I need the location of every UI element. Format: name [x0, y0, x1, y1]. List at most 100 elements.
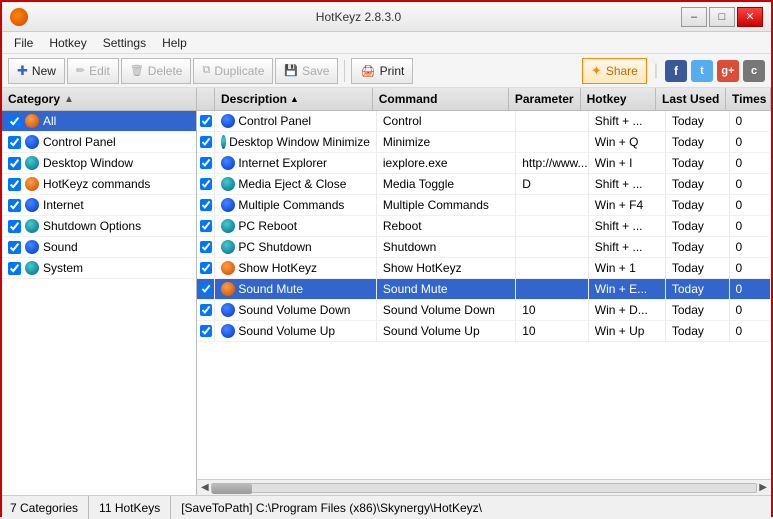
- row-checkbox[interactable]: [200, 304, 212, 316]
- category-item-control-panel[interactable]: Control Panel: [2, 132, 196, 153]
- row-icon: [221, 198, 235, 212]
- category-icon-all: [25, 114, 39, 128]
- scroll-left-arrow[interactable]: ◀: [199, 482, 211, 493]
- category-checkbox-system[interactable]: [8, 262, 21, 275]
- row-checkbox[interactable]: [200, 325, 212, 337]
- table-row[interactable]: Desktop Window Minimize Minimize Win + Q…: [197, 132, 771, 153]
- category-checkbox-shutdown-options[interactable]: [8, 220, 21, 233]
- table-row[interactable]: PC Shutdown Shutdown Shift + ... Today 0: [197, 237, 771, 258]
- row-command-cell: Show HotKeyz: [377, 258, 516, 278]
- row-checkbox[interactable]: [200, 136, 212, 148]
- table-row[interactable]: Sound Volume Up Sound Volume Up 10 Win +…: [197, 321, 771, 342]
- row-description: Sound Volume Up: [238, 324, 335, 338]
- print-button[interactable]: 🖨 Print: [351, 58, 413, 84]
- category-item-hotkeyz-commands[interactable]: HotKeyz commands: [2, 174, 196, 195]
- duplicate-button[interactable]: ⧉ Duplicate: [193, 58, 273, 84]
- row-hotkey-cell: Win + Q: [589, 132, 666, 152]
- horizontal-scrollbar[interactable]: ◀ ▶: [197, 479, 771, 495]
- row-checkbox[interactable]: [200, 115, 212, 127]
- edit-button[interactable]: ✏ Edit: [67, 58, 119, 84]
- times-header-label: Times: [732, 92, 766, 106]
- category-checkbox-sound[interactable]: [8, 241, 21, 254]
- menu-help[interactable]: Help: [154, 34, 195, 52]
- row-parameter-cell: 10: [516, 300, 589, 320]
- category-item-system[interactable]: System: [2, 258, 196, 279]
- row-times: 0: [736, 261, 743, 275]
- category-item-sound[interactable]: Sound: [2, 237, 196, 258]
- check-col-header: [197, 88, 215, 110]
- row-description: Desktop Window Minimize: [229, 135, 370, 149]
- status-path: [SaveToPath] C:\Program Files (x86)\Skyn…: [171, 496, 492, 519]
- main-content: Category ▲ All Control Panel Desktop Win…: [2, 88, 771, 495]
- minimize-button[interactable]: –: [681, 7, 707, 27]
- title-bar: HotKeyz 2.8.3.0 – □ ✕: [2, 2, 771, 32]
- row-description-cell: Sound Volume Up: [215, 321, 377, 341]
- category-checkbox-control-panel[interactable]: [8, 136, 21, 149]
- row-description: Media Eject & Close: [238, 177, 346, 191]
- categories-count: 7 Categories: [10, 501, 78, 515]
- row-checkbox-cell: [197, 237, 215, 257]
- category-checkbox-desktop-window[interactable]: [8, 157, 21, 170]
- table-row[interactable]: Multiple Commands Multiple Commands Win …: [197, 195, 771, 216]
- maximize-button[interactable]: □: [709, 7, 735, 27]
- menu-file[interactable]: File: [6, 34, 41, 52]
- table-row[interactable]: Show HotKeyz Show HotKeyz Win + 1 Today …: [197, 258, 771, 279]
- googleplus-icon[interactable]: g+: [717, 60, 739, 82]
- category-item-desktop-window[interactable]: Desktop Window: [2, 153, 196, 174]
- row-checkbox[interactable]: [200, 220, 212, 232]
- row-hotkey: Win + 1: [595, 261, 636, 275]
- row-checkbox[interactable]: [200, 178, 212, 190]
- hotkey-header-label: Hotkey: [587, 92, 627, 106]
- row-last-used: Today: [672, 240, 704, 254]
- row-checkbox[interactable]: [200, 262, 212, 274]
- new-icon: ✚: [17, 63, 28, 79]
- status-hotkeys: 11 HotKeys: [89, 496, 171, 519]
- table-row[interactable]: Media Eject & Close Media Toggle D Shift…: [197, 174, 771, 195]
- col-header-command[interactable]: Command: [373, 88, 509, 110]
- category-checkbox-all[interactable]: [8, 115, 21, 128]
- category-label-internet: Internet: [43, 198, 84, 212]
- menu-settings[interactable]: Settings: [95, 34, 154, 52]
- row-checkbox[interactable]: [200, 283, 212, 295]
- col-header-parameter[interactable]: Parameter: [509, 88, 581, 110]
- col-header-times[interactable]: Times: [726, 88, 771, 110]
- twitter-icon[interactable]: t: [691, 60, 713, 82]
- share-button[interactable]: ✦ Share: [582, 58, 647, 84]
- row-command: Control: [383, 114, 422, 128]
- row-times: 0: [736, 303, 743, 317]
- row-description: Multiple Commands: [238, 198, 344, 212]
- col-header-last-used[interactable]: Last Used: [656, 88, 726, 110]
- row-checkbox-cell: [197, 321, 215, 341]
- row-checkbox[interactable]: [200, 199, 212, 211]
- delete-button[interactable]: 🗑 Delete: [121, 58, 192, 84]
- table-row[interactable]: Internet Explorer iexplore.exe http://ww…: [197, 153, 771, 174]
- status-bar: 7 Categories 11 HotKeys [SaveToPath] C:\…: [2, 495, 771, 519]
- row-last-used: Today: [672, 156, 704, 170]
- category-item-shutdown-options[interactable]: Shutdown Options: [2, 216, 196, 237]
- row-last-used: Today: [672, 198, 704, 212]
- category-checkbox-internet[interactable]: [8, 199, 21, 212]
- table-row[interactable]: Sound Mute Sound Mute Win + E... Today 0: [197, 279, 771, 300]
- table-row[interactable]: PC Reboot Reboot Shift + ... Today 0: [197, 216, 771, 237]
- col-header-hotkey[interactable]: Hotkey: [581, 88, 656, 110]
- row-checkbox[interactable]: [200, 241, 212, 253]
- extra-icon[interactable]: c: [743, 60, 765, 82]
- row-checkbox-cell: [197, 153, 215, 173]
- row-checkbox[interactable]: [200, 157, 212, 169]
- table-row[interactable]: Sound Volume Down Sound Volume Down 10 W…: [197, 300, 771, 321]
- scroll-right-arrow[interactable]: ▶: [757, 482, 769, 493]
- new-button[interactable]: ✚ New: [8, 58, 65, 84]
- row-last-used: Today: [672, 282, 704, 296]
- category-item-all[interactable]: All: [2, 111, 196, 132]
- category-item-internet[interactable]: Internet: [2, 195, 196, 216]
- col-header-description[interactable]: Description ▲: [215, 88, 373, 110]
- scroll-thumb[interactable]: [212, 484, 252, 494]
- table-row[interactable]: Control Panel Control Shift + ... Today …: [197, 111, 771, 132]
- close-button[interactable]: ✕: [737, 7, 763, 27]
- menu-hotkey[interactable]: Hotkey: [41, 34, 94, 52]
- facebook-icon[interactable]: f: [665, 60, 687, 82]
- save-button[interactable]: 💾 Save: [275, 58, 338, 84]
- row-command-cell: Minimize: [377, 132, 516, 152]
- print-label: Print: [380, 64, 405, 78]
- category-checkbox-hotkeyz-commands[interactable]: [8, 178, 21, 191]
